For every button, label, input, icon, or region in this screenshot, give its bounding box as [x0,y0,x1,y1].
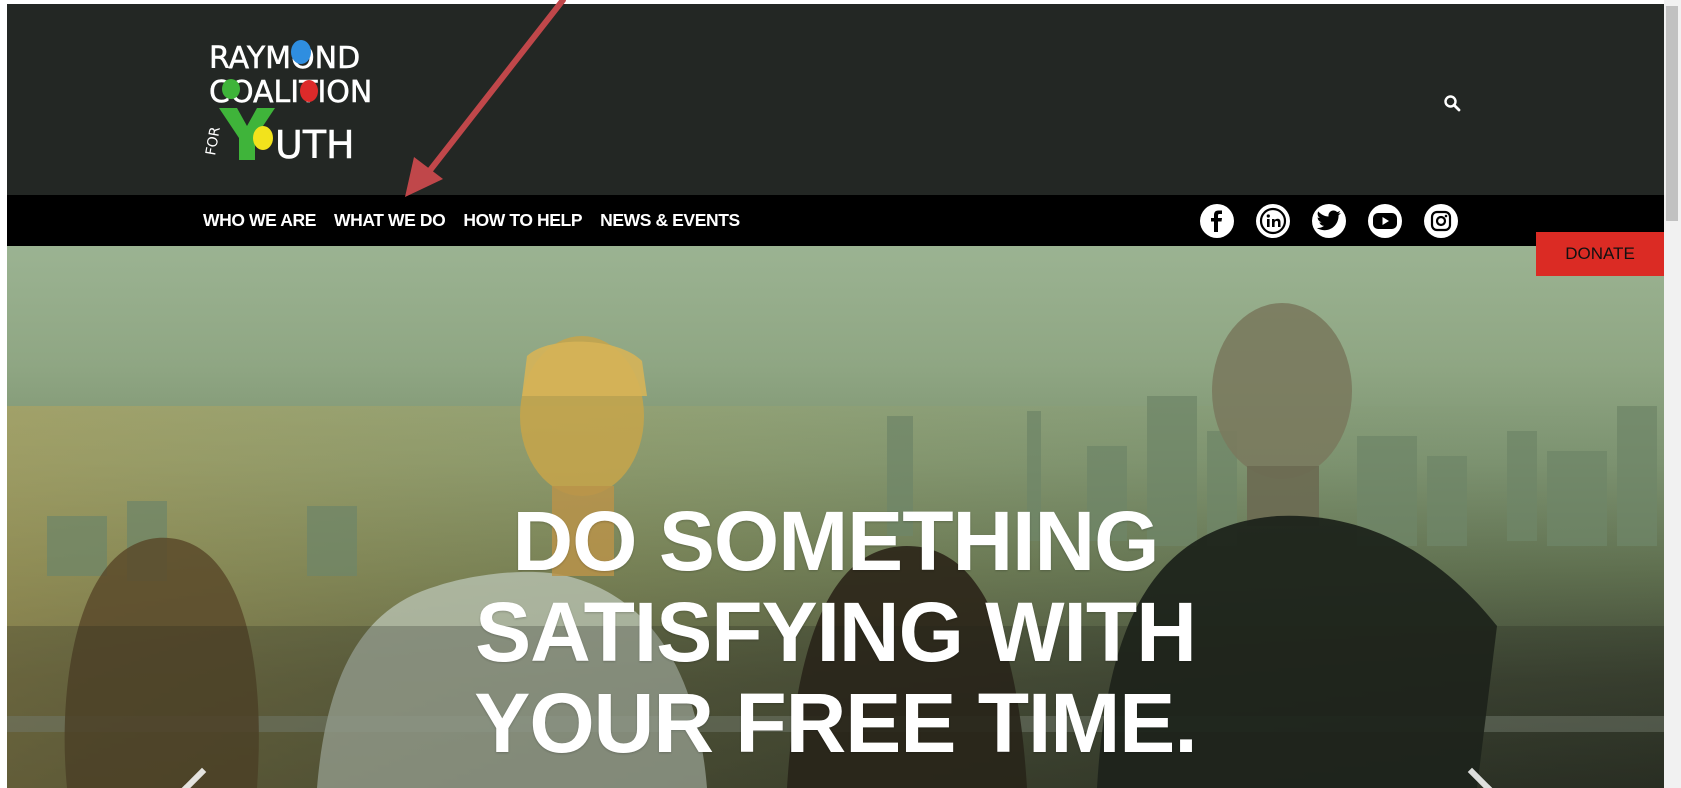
site-header: RAYMOND COALITION FOR UTH [7,4,1664,195]
logo-line-1: RAYMOND [209,41,360,76]
hero-headline: DO SOMETHING SATISFYING WITH YOUR FREE T… [7,496,1664,769]
scrollbar-thumb[interactable] [1666,6,1678,221]
twitter-icon[interactable] [1312,203,1346,238]
logo-red-dot [300,80,318,102]
nav-item-how-to-help[interactable]: HOW TO HELP [463,210,582,231]
search-icon [1444,95,1461,112]
vertical-scrollbar[interactable] [1664,0,1681,788]
nav-item-who-we-are[interactable]: WHO WE ARE [203,210,316,231]
nav-item-what-we-do[interactable]: WHAT WE DO [334,210,446,231]
nav-item-news-events[interactable]: NEWS & EVENTS [600,210,740,231]
site-logo[interactable]: RAYMOND COALITION FOR UTH [201,34,381,164]
nav-menu: WHO WE ARE WHAT WE DO HOW TO HELP NEWS &… [203,195,758,246]
hero-banner: DO SOMETHING SATISFYING WITH YOUR FREE T… [7,246,1664,788]
search-button[interactable] [1439,90,1465,116]
instagram-icon[interactable] [1424,203,1458,238]
hero-headline-line-2: SATISFYING WITH [475,585,1197,679]
youtube-icon[interactable] [1368,203,1402,238]
social-links [1200,195,1480,246]
logo-blue-dot [291,40,311,64]
donate-button[interactable]: DONATE [1536,232,1664,276]
hero-headline-line-3: YOUR FREE TIME. [474,676,1197,770]
logo-for: FOR [203,125,224,156]
logo-graphic: RAYMOND COALITION FOR UTH [203,40,373,164]
hero-headline-line-1: DO SOMETHING [512,494,1159,588]
logo-yellow-dot [253,126,273,150]
main-nav: WHO WE ARE WHAT WE DO HOW TO HELP NEWS &… [7,195,1664,246]
logo-green-dot [222,79,240,99]
logo-line-3: UTH [275,123,355,164]
page: RAYMOND COALITION FOR UTH WHO WE ARE WHA… [7,4,1664,788]
facebook-icon[interactable] [1200,203,1234,238]
linkedin-icon[interactable] [1256,203,1290,238]
